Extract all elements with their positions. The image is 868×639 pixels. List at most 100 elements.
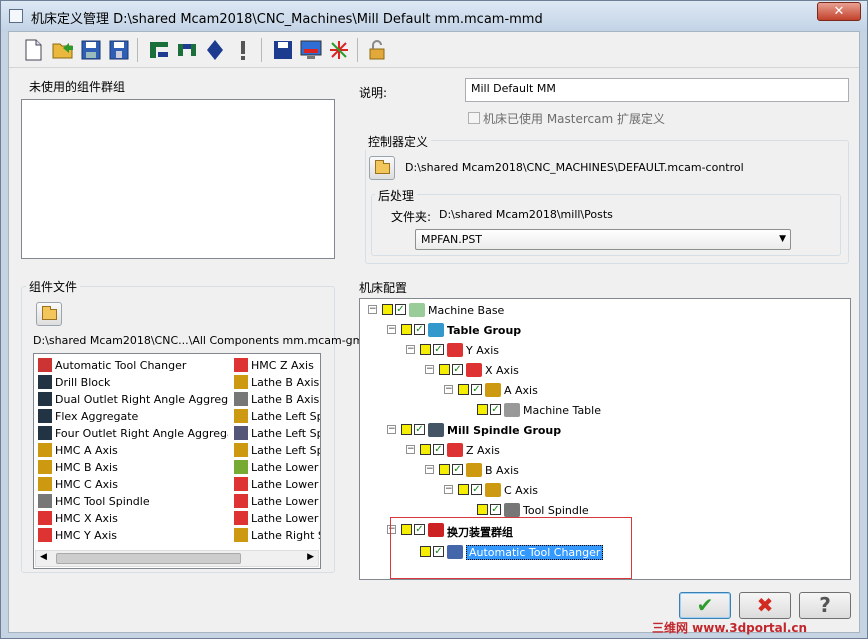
component-list-item[interactable]: Lathe Left Spi	[234, 426, 320, 443]
node-icon	[447, 343, 463, 357]
display-icon[interactable]	[299, 38, 323, 62]
description-input[interactable]: Mill Default MM	[465, 78, 849, 102]
save-icon[interactable]	[79, 38, 103, 62]
enabled-checkbox[interactable]: ✓	[452, 364, 463, 375]
scroll-left-icon[interactable]: ◀	[40, 552, 47, 562]
component-list-item[interactable]: Four Outlet Right Angle Aggregate	[38, 426, 228, 443]
component-list-item-label: Lathe Left Spi	[251, 410, 320, 423]
component-files-label: 组件文件	[26, 278, 81, 295]
collapse-icon[interactable]: −	[406, 345, 415, 354]
watermark: 三维网 www.3dportal.cn	[652, 621, 808, 635]
component-list-item[interactable]: Automatic Tool Changer	[38, 358, 228, 375]
open-component-button[interactable]	[36, 302, 62, 326]
component-list-item[interactable]: Lathe Lower T	[234, 511, 320, 528]
machine-config-label: 机床配置	[359, 281, 408, 295]
tree-node-label: Mill Spindle Group	[447, 424, 562, 437]
collapse-icon[interactable]: −	[444, 485, 453, 494]
node-icon	[485, 483, 501, 497]
component-icon	[38, 409, 52, 423]
cancel-button[interactable]: ✖	[739, 592, 791, 619]
component-list-item[interactable]: Lathe Left Spi	[234, 443, 320, 460]
enabled-checkbox[interactable]: ✓	[414, 424, 425, 435]
axis-icon[interactable]	[327, 38, 351, 62]
close-button[interactable]: ✕	[817, 2, 861, 21]
component-list-item[interactable]: Lathe Lower T	[234, 477, 320, 494]
mastercam-ext-checkbox[interactable]	[468, 112, 480, 124]
node-icon	[428, 423, 444, 437]
enabled-checkbox[interactable]: ✓	[414, 324, 425, 335]
component-list-item[interactable]: HMC B Axis	[38, 460, 228, 477]
unused-groups-label: 未使用的组件群组	[29, 80, 126, 94]
visibility-checkbox[interactable]	[439, 364, 450, 375]
visibility-checkbox[interactable]	[477, 504, 488, 515]
save-disk-icon[interactable]	[271, 38, 295, 62]
visibility-checkbox[interactable]	[420, 444, 431, 455]
post-select[interactable]: MPFAN.PST ▼	[415, 229, 791, 250]
component-list-item[interactable]: Drill Block	[38, 375, 228, 392]
save-as-icon[interactable]	[107, 38, 131, 62]
visibility-checkbox[interactable]	[458, 384, 469, 395]
visibility-checkbox[interactable]	[420, 344, 431, 355]
control-icon[interactable]	[203, 38, 227, 62]
component-list-item[interactable]: HMC A Axis	[38, 443, 228, 460]
scroll-thumb[interactable]	[56, 553, 241, 564]
component-icon	[234, 358, 248, 372]
component-icon	[234, 460, 248, 474]
component-list-item-label: Lathe Lower T	[251, 495, 320, 508]
warning-icon[interactable]	[231, 38, 255, 62]
enabled-checkbox[interactable]: ✓	[471, 384, 482, 395]
visibility-checkbox[interactable]	[458, 484, 469, 495]
enabled-checkbox[interactable]: ✓	[395, 304, 406, 315]
help-button[interactable]: ?	[799, 592, 851, 619]
machine-definition-icon[interactable]	[147, 38, 171, 62]
visibility-checkbox[interactable]	[401, 324, 412, 335]
visibility-checkbox[interactable]	[439, 464, 450, 475]
component-icon[interactable]	[175, 38, 199, 62]
horizontal-scrollbar[interactable]: ◀ ▶	[35, 550, 319, 567]
enabled-checkbox[interactable]: ✓	[490, 504, 501, 515]
component-list-item[interactable]: Flex Aggregate	[38, 409, 228, 426]
component-list-item[interactable]: Lathe B Axis T	[234, 392, 320, 409]
component-list-item-label: Lathe Left Spi	[251, 427, 320, 440]
component-list-item[interactable]: Lathe Left Spi	[234, 409, 320, 426]
enabled-checkbox[interactable]: ✓	[452, 464, 463, 475]
collapse-icon[interactable]: −	[368, 305, 377, 314]
component-list-item[interactable]: HMC C Axis	[38, 477, 228, 494]
collapse-icon[interactable]: −	[387, 325, 396, 334]
component-list-item[interactable]: Dual Outlet Right Angle Aggregate	[38, 392, 228, 409]
visibility-checkbox[interactable]	[382, 304, 393, 315]
enabled-checkbox[interactable]: ✓	[490, 404, 501, 415]
component-list-item[interactable]: HMC X Axis	[38, 511, 228, 528]
component-list-item[interactable]: Lathe Lower T	[234, 494, 320, 511]
component-list-item[interactable]: HMC Tool Spindle	[38, 494, 228, 511]
component-list[interactable]: Automatic Tool Changer Drill Block Dual Ou…	[33, 353, 321, 569]
collapse-icon[interactable]: −	[425, 465, 434, 474]
component-list-item[interactable]: HMC Z Axis	[234, 358, 320, 375]
component-list-item[interactable]: HMC Y Axis	[38, 528, 228, 545]
ok-button[interactable]: ✔	[679, 592, 731, 619]
collapse-icon[interactable]: −	[387, 425, 396, 434]
machine-config-tree[interactable]: − ✓ Machine Base − ✓ Table Group − ✓ Y Axis − ✓ X A…	[359, 298, 851, 580]
visibility-checkbox[interactable]	[477, 404, 488, 415]
visibility-checkbox[interactable]	[401, 424, 412, 435]
open-folder-icon[interactable]	[51, 38, 75, 62]
collapse-icon[interactable]: −	[425, 365, 434, 374]
dialog-window: 机床定义管理 D:\shared Mcam2018\CNC_Machines\M…	[0, 0, 868, 639]
component-icon	[234, 392, 248, 406]
component-list-item[interactable]: Lathe Lower T	[234, 460, 320, 477]
collapse-icon[interactable]: −	[406, 445, 415, 454]
component-list-item-label: Lathe Lower T	[251, 512, 320, 525]
scroll-right-icon[interactable]: ▶	[307, 552, 314, 562]
collapse-icon[interactable]: −	[444, 385, 453, 394]
component-list-item-label: Lathe Right Sp	[251, 529, 320, 542]
open-controller-button[interactable]	[369, 156, 395, 180]
lock-icon[interactable]	[365, 38, 389, 62]
tree-node-label: A Axis	[504, 384, 538, 397]
component-list-item[interactable]: Lathe B Axis A	[234, 375, 320, 392]
enabled-checkbox[interactable]: ✓	[433, 444, 444, 455]
new-file-icon[interactable]	[21, 38, 45, 62]
unused-groups-list[interactable]	[21, 99, 335, 259]
enabled-checkbox[interactable]: ✓	[471, 484, 482, 495]
enabled-checkbox[interactable]: ✓	[433, 344, 444, 355]
component-list-item[interactable]: Lathe Right Sp	[234, 528, 320, 545]
